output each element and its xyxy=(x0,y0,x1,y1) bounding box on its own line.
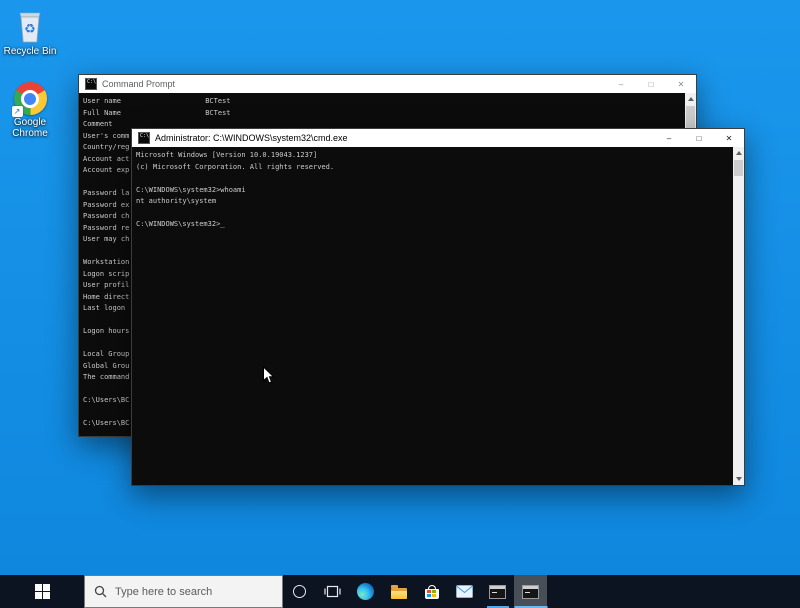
terminal-line: User name BCTest xyxy=(83,96,683,108)
terminal-line: (c) Microsoft Corporation. All rights re… xyxy=(136,162,731,174)
window-titlebar[interactable]: Command Prompt – □ ✕ xyxy=(79,75,696,93)
search-icon xyxy=(94,585,107,598)
terminal-output: Microsoft Windows [Version 10.0.19043.12… xyxy=(136,150,731,231)
taskbar-cmd-window-1-button[interactable] xyxy=(481,575,514,608)
administrator-cmd-window: Administrator: C:\WINDOWS\system32\cmd.e… xyxy=(131,128,745,486)
maximize-button[interactable]: □ xyxy=(636,75,666,93)
terminal-line: C:\WINDOWS\system32> xyxy=(136,219,731,231)
terminal-line: nt authority\system xyxy=(136,196,731,208)
scroll-up-icon[interactable] xyxy=(733,147,744,159)
scroll-down-icon[interactable] xyxy=(733,473,744,485)
window-title: Administrator: C:\WINDOWS\system32\cmd.e… xyxy=(155,133,348,143)
window-controls: – □ ✕ xyxy=(654,129,744,147)
search-input[interactable] xyxy=(115,586,265,598)
minimize-button[interactable]: – xyxy=(606,75,636,93)
cmd-icon xyxy=(522,585,539,599)
terminal-line: Full Name BCTest xyxy=(83,108,683,120)
cmd-window-icon xyxy=(138,132,150,144)
close-button[interactable]: ✕ xyxy=(714,129,744,147)
cortana-button[interactable] xyxy=(283,575,316,608)
edge-button[interactable] xyxy=(349,575,382,608)
window-controls: – □ ✕ xyxy=(606,75,696,93)
scrollbar-thumb[interactable] xyxy=(734,160,743,176)
desktop-icon-recycle-bin[interactable]: ♻ Recycle Bin xyxy=(2,8,58,57)
terminal-line xyxy=(136,208,731,220)
mouse-cursor xyxy=(262,366,275,385)
shortcut-arrow-icon: ↗ xyxy=(12,106,23,117)
window-titlebar[interactable]: Administrator: C:\WINDOWS\system32\cmd.e… xyxy=(132,129,744,147)
task-view-icon xyxy=(324,584,341,599)
edge-icon xyxy=(357,583,374,600)
file-explorer-icon xyxy=(391,588,407,599)
store-icon xyxy=(425,585,439,599)
window-title: Command Prompt xyxy=(102,79,175,89)
scrollbar[interactable] xyxy=(733,147,744,485)
file-explorer-button[interactable] xyxy=(382,575,415,608)
svg-text:♻: ♻ xyxy=(24,22,36,37)
cmd-icon xyxy=(489,585,506,599)
taskbar-cmd-window-2-button[interactable] xyxy=(514,575,547,608)
chrome-icon: ↗ xyxy=(14,82,47,115)
close-button[interactable]: ✕ xyxy=(666,75,696,93)
terminal-content[interactable]: Microsoft Windows [Version 10.0.19043.12… xyxy=(132,147,744,485)
scroll-up-icon[interactable] xyxy=(685,93,696,105)
mail-button[interactable] xyxy=(448,575,481,608)
chrome-label: Google Chrome xyxy=(4,117,56,139)
terminal-line xyxy=(136,173,731,185)
terminal-line: C:\WINDOWS\system32>whoami xyxy=(136,185,731,197)
taskbar-search[interactable] xyxy=(84,575,283,608)
maximize-button[interactable]: □ xyxy=(684,129,714,147)
windows-logo-icon xyxy=(35,584,50,599)
microsoft-store-button[interactable] xyxy=(415,575,448,608)
taskbar xyxy=(0,575,800,608)
recycle-bin-icon: ♻ xyxy=(13,8,47,44)
recycle-bin-label: Recycle Bin xyxy=(4,46,57,57)
cortana-icon xyxy=(293,585,306,598)
start-button[interactable] xyxy=(0,575,84,608)
terminal-cursor: _ xyxy=(220,219,225,228)
terminal-line: Microsoft Windows [Version 10.0.19043.12… xyxy=(136,150,731,162)
cmd-window-icon xyxy=(85,78,97,90)
desktop-icon-google-chrome[interactable]: ↗ Google Chrome xyxy=(2,82,58,139)
task-view-button[interactable] xyxy=(316,575,349,608)
minimize-button[interactable]: – xyxy=(654,129,684,147)
mail-icon xyxy=(456,585,473,598)
